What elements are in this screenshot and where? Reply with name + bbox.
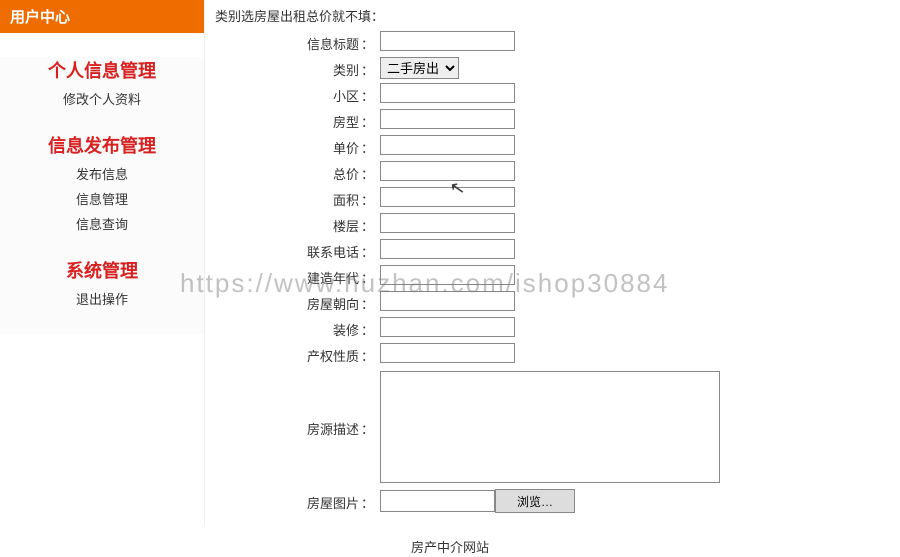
sidebar-item-manage-info[interactable]: 信息管理: [0, 189, 204, 208]
input-orientation[interactable]: [380, 291, 515, 311]
label-layout: 房型：: [215, 109, 380, 131]
main-content: 类别选房屋出租总价就不填： 信息标题： 类别： 二手房出 小区： 房型： 单价：…: [205, 0, 900, 525]
label-totalprice: 总价：: [215, 161, 380, 183]
input-floor[interactable]: [380, 213, 515, 233]
sidebar-header: 用户中心: [0, 0, 204, 33]
input-decoration[interactable]: [380, 317, 515, 337]
input-area[interactable]: [380, 187, 515, 207]
label-category: 类别：: [215, 57, 380, 79]
sidebar-section-personal: 个人信息管理: [0, 57, 204, 83]
sidebar-section-publish: 信息发布管理: [0, 132, 204, 158]
textarea-description[interactable]: [380, 371, 720, 483]
sidebar-item-publish-info[interactable]: 发布信息: [0, 164, 204, 183]
sidebar-item-query-info[interactable]: 信息查询: [0, 214, 204, 233]
input-totalprice[interactable]: [380, 161, 515, 181]
label-title: 信息标题：: [215, 31, 380, 53]
label-community: 小区：: [215, 83, 380, 105]
label-image: 房屋图片：: [215, 490, 380, 512]
input-title[interactable]: [380, 31, 515, 51]
sidebar-content: 个人信息管理 修改个人资料 信息发布管理 发布信息 信息管理 信息查询 系统管理…: [0, 57, 204, 334]
form-note: 类别选房屋出租总价就不填：: [215, 6, 890, 25]
input-layout[interactable]: [380, 109, 515, 129]
input-property[interactable]: [380, 343, 515, 363]
input-community[interactable]: [380, 83, 515, 103]
file-path-display[interactable]: [380, 490, 495, 512]
label-property: 产权性质：: [215, 343, 380, 365]
sidebar: 用户中心 个人信息管理 修改个人资料 信息发布管理 发布信息 信息管理 信息查询…: [0, 0, 205, 525]
file-input-visual: 浏览…: [380, 489, 575, 513]
label-orientation: 房屋朝向：: [215, 291, 380, 313]
sidebar-item-edit-profile[interactable]: 修改个人资料: [0, 89, 204, 108]
label-unitprice: 单价：: [215, 135, 380, 157]
browse-button[interactable]: 浏览…: [495, 489, 575, 513]
label-buildyear: 建造年代：: [215, 265, 380, 287]
sidebar-section-system: 系统管理: [0, 257, 204, 283]
input-phone[interactable]: [380, 239, 515, 259]
select-category[interactable]: 二手房出: [380, 57, 459, 79]
footer-text: 房产中介网站: [0, 537, 900, 556]
label-area: 面积：: [215, 187, 380, 209]
label-floor: 楼层：: [215, 213, 380, 235]
label-decoration: 装修：: [215, 317, 380, 339]
input-buildyear[interactable]: [380, 265, 515, 285]
sidebar-item-logout[interactable]: 退出操作: [0, 289, 204, 308]
label-description: 房源描述：: [215, 371, 380, 438]
input-unitprice[interactable]: [380, 135, 515, 155]
label-phone: 联系电话：: [215, 239, 380, 261]
